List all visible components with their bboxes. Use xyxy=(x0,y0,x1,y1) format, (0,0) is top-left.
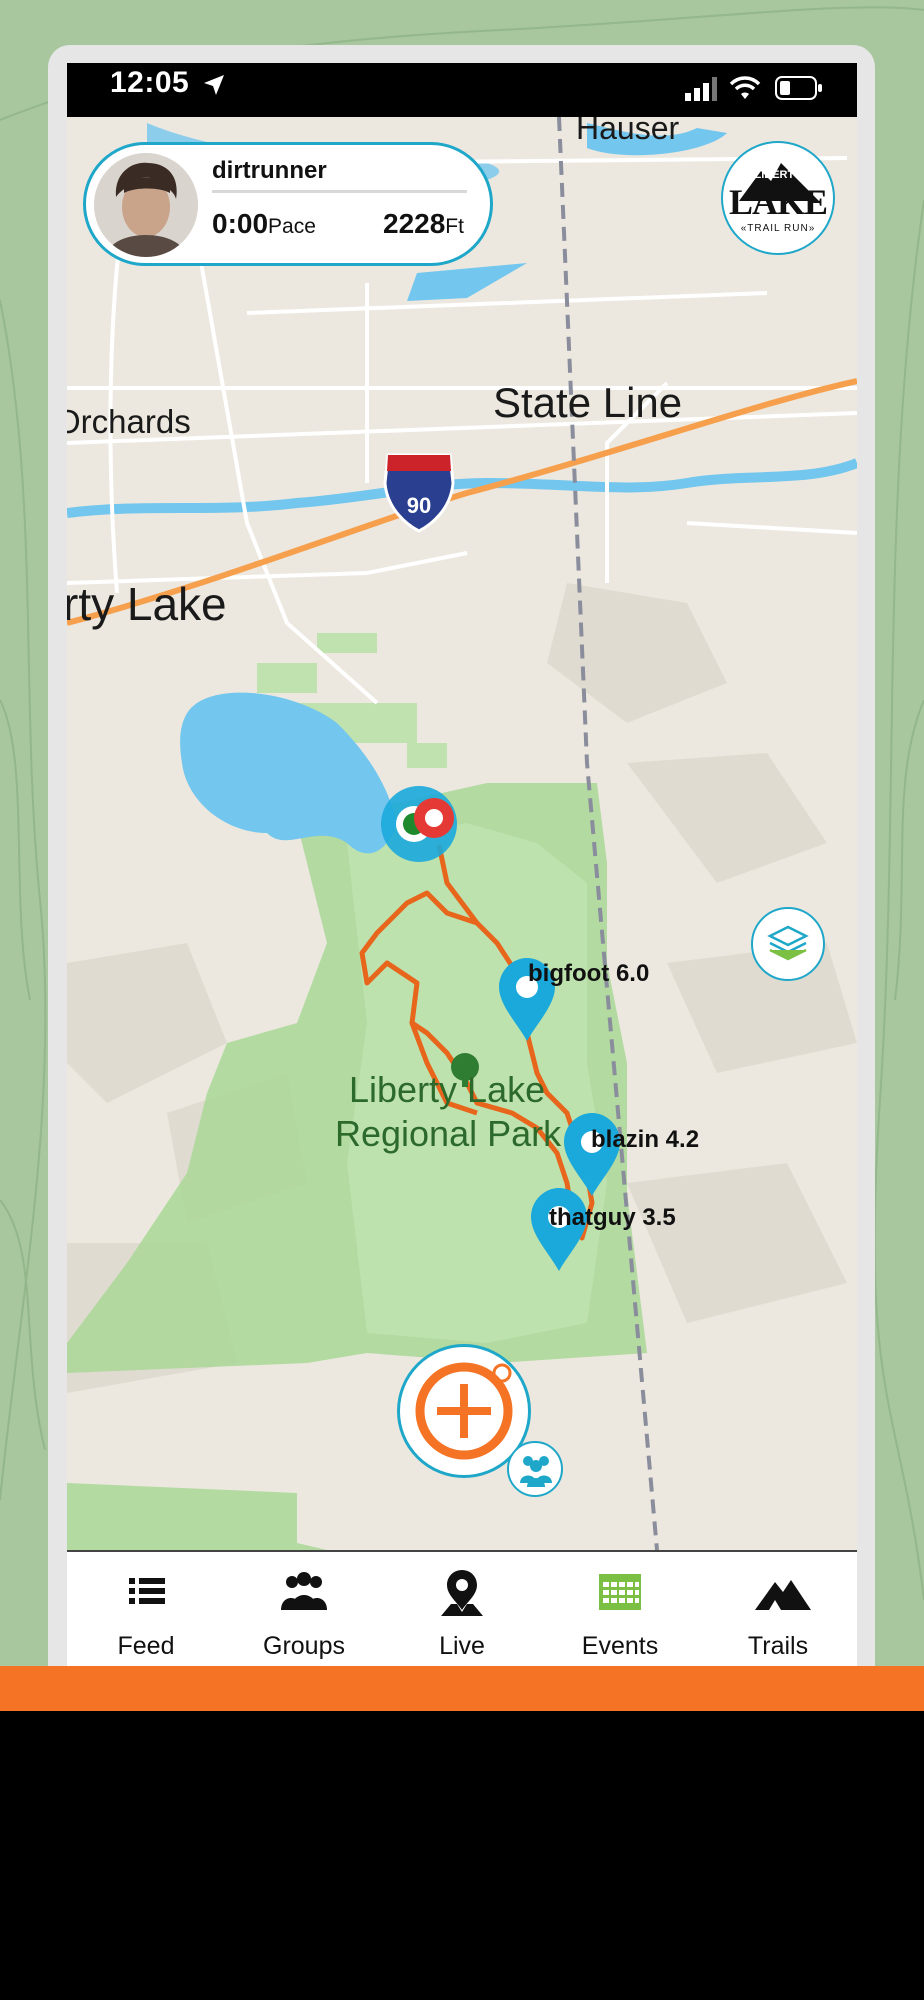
user-stats-card[interactable]: dirtrunner 0:00Pace 2228Ft xyxy=(83,142,493,266)
runner-label-blazin: blazin 4.2 xyxy=(591,1126,700,1153)
tab-feed[interactable]: Feed xyxy=(67,1552,225,1666)
tab-live-label: Live xyxy=(439,1632,485,1660)
status-bar: 12:05 xyxy=(67,63,857,117)
elevation-stat: 2228Ft xyxy=(383,208,464,240)
tab-groups-label: Groups xyxy=(263,1632,345,1660)
wifi-icon xyxy=(729,76,761,99)
tab-feed-label: Feed xyxy=(117,1632,175,1660)
status-time: 12:05 xyxy=(110,66,190,99)
logo-text-trail-run: «TRAIL RUN» xyxy=(740,223,816,234)
tab-events-label: Events xyxy=(581,1632,659,1660)
map-layers-button[interactable] xyxy=(751,907,825,981)
map-label-state-line: State Line xyxy=(493,379,683,426)
tab-trails[interactable]: Trails xyxy=(699,1552,857,1666)
elevation-unit: Ft xyxy=(445,215,464,238)
group-icon xyxy=(520,1456,552,1487)
location-arrow-icon xyxy=(204,75,224,95)
tab-live[interactable]: Live xyxy=(383,1552,541,1666)
map-label-liberty-lake: rty Lake xyxy=(67,578,227,630)
bottom-tab-bar: Feed Groups Live Events Trails xyxy=(67,1550,857,1666)
map-label-park-line2: Regional Park xyxy=(335,1113,562,1154)
tab-trails-label: Trails xyxy=(747,1632,809,1660)
groups-icon xyxy=(281,1572,327,1610)
layers-icon xyxy=(767,925,809,961)
trail-map[interactable]: 90 xyxy=(67,117,857,1550)
liberty-lake-trail-run-logo[interactable]: LIBERTY LAKE «TRAIL RUN» xyxy=(721,141,835,255)
user-portrait-icon xyxy=(94,153,198,257)
card-divider xyxy=(212,190,467,193)
pace-stat: 0:00Pace xyxy=(212,208,316,240)
brand-orange-band xyxy=(0,1666,924,1711)
group-members-button[interactable] xyxy=(507,1441,563,1497)
plus-icon xyxy=(415,1362,513,1460)
runner-label-bigfoot: bigfoot 6.0 xyxy=(528,960,650,987)
logo-text-liberty: LIBERTY xyxy=(754,169,802,181)
pace-unit: Pace xyxy=(268,215,316,238)
username: dirtrunner xyxy=(212,157,327,184)
list-icon xyxy=(129,1578,165,1604)
pace-value: 0:00 xyxy=(212,208,269,239)
calendar-icon xyxy=(599,1574,641,1610)
tab-events[interactable]: Events xyxy=(541,1552,699,1666)
runner-label-thatguy: thatguy 3.5 xyxy=(549,1204,676,1231)
map-label-park-line1: Liberty Lake xyxy=(349,1069,546,1110)
tab-groups[interactable]: Groups xyxy=(225,1552,383,1666)
map-label-orchards: Orchards xyxy=(67,403,191,440)
battery-icon xyxy=(775,76,822,100)
mountain-icon xyxy=(755,1580,811,1610)
logo-text-lake: LAKE xyxy=(728,182,828,222)
map-pin-icon xyxy=(441,1570,483,1616)
elevation-value: 2228 xyxy=(383,208,446,239)
signal-icon xyxy=(685,77,717,101)
start-marker[interactable] xyxy=(381,786,457,862)
app-screen: 90 Hauser State Line Orchards rty Lake L… xyxy=(67,63,857,1666)
svg-text:90: 90 xyxy=(407,493,431,518)
avatar[interactable] xyxy=(94,153,198,257)
